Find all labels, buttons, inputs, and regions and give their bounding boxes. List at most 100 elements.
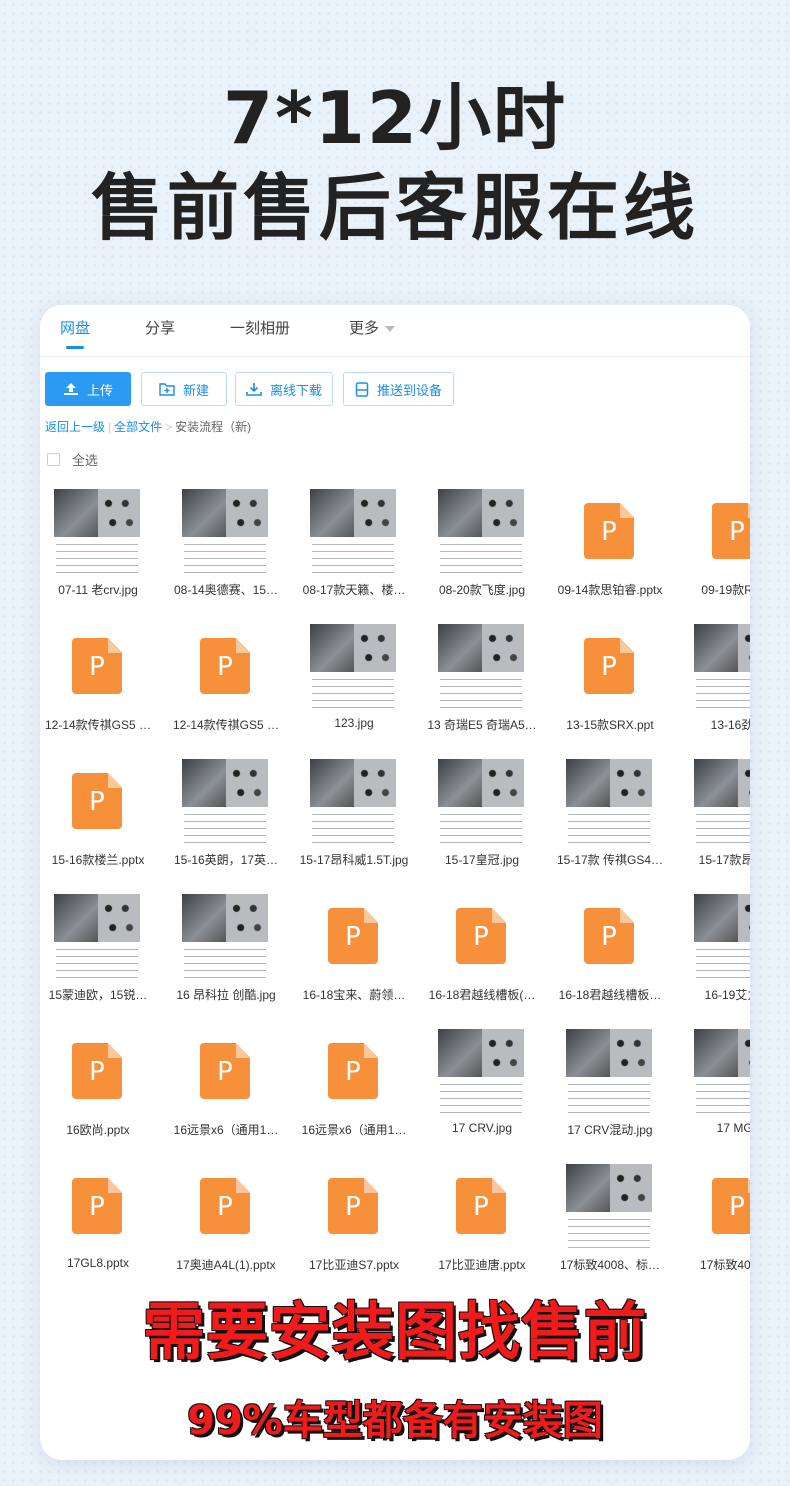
active-tab-indicator — [66, 346, 84, 349]
file-item[interactable]: 17 CRV.jpg — [424, 1021, 540, 1156]
file-name: 16-18君越线槽板… — [558, 988, 662, 1002]
top-tabs: 网盘 分享 一刻相册 更多 — [40, 305, 750, 357]
ppt-file-icon: P — [182, 1164, 268, 1250]
file-item[interactable]: 17标致4008、标… — [552, 1156, 668, 1291]
file-item[interactable]: P 12-14款传祺GS5 … — [40, 616, 156, 751]
image-thumbnail — [566, 759, 652, 845]
file-name: 17比亚迪S7.pptx — [308, 1258, 400, 1272]
file-item[interactable]: 15蒙迪欧，15锐… — [40, 886, 156, 1021]
file-item[interactable]: P 17标致4008、 — [680, 1156, 750, 1291]
file-item[interactable]: 15-17款昂科… — [680, 751, 750, 886]
file-name: 08-17款天籁、楼… — [302, 583, 406, 597]
file-item[interactable]: P 16远景x6（通用1… — [296, 1021, 412, 1156]
ppt-file-icon: P — [566, 894, 652, 980]
tab-album[interactable]: 一刻相册 — [230, 317, 290, 338]
ppt-file-icon: P — [566, 624, 652, 710]
file-item[interactable]: 08-14奥德赛、15… — [168, 481, 284, 616]
file-item[interactable]: 07-11 老crv.jpg — [40, 481, 156, 616]
image-thumbnail — [310, 759, 396, 845]
push-to-device-button[interactable]: 推送到设备 — [343, 372, 454, 406]
device-icon — [355, 381, 369, 397]
file-item[interactable]: 15-17皇冠.jpg — [424, 751, 540, 886]
ppt-file-icon: P — [54, 624, 140, 710]
new-button[interactable]: 新建 — [141, 372, 227, 406]
image-thumbnail — [310, 489, 396, 575]
file-name: 17 CRV.jpg — [451, 1121, 513, 1135]
netdisk-window: 网盘 分享 一刻相册 更多 上传 新建 离线下载 推送到设备 返回上一级 | 全部文… — [40, 305, 750, 1460]
file-name: 09-14款思铂睿.pptx — [557, 583, 663, 597]
ppt-file-icon: P — [54, 1029, 140, 1115]
file-item[interactable]: 15-17昂科威1.5T.jpg — [296, 751, 412, 886]
file-name: 16-18宝来、蔚领… — [302, 988, 406, 1002]
file-item[interactable]: 15-16英朗，17英… — [168, 751, 284, 886]
file-item[interactable]: P 09-14款思铂睿.pptx — [552, 481, 668, 616]
select-all[interactable]: 全选 — [47, 450, 98, 469]
file-item[interactable]: P 17比亚迪S7.pptx — [296, 1156, 412, 1291]
file-name: 16-18君越线槽板(… — [428, 988, 536, 1002]
tab-share[interactable]: 分享 — [145, 317, 175, 338]
ppt-file-icon: P — [438, 1164, 524, 1250]
image-thumbnail — [54, 894, 140, 980]
banner-subline: 99%车型都备有安装图 — [187, 1398, 603, 1444]
file-item[interactable]: 17 MG6 — [680, 1021, 750, 1156]
file-name: 12-14款传祺GS5 … — [172, 718, 280, 732]
hero-title-hours: 7*12小时 — [223, 76, 567, 160]
chevron-down-icon — [385, 326, 396, 333]
upload-button[interactable]: 上传 — [45, 372, 131, 406]
push-to-device-label: 推送到设备 — [376, 382, 442, 398]
file-item[interactable]: P 16欧尚.pptx — [40, 1021, 156, 1156]
file-item[interactable]: 17 CRV混动.jpg — [552, 1021, 668, 1156]
new-label: 新建 — [182, 382, 209, 398]
image-thumbnail — [310, 624, 396, 710]
file-name: 13 奇瑞E5 奇瑞A5… — [427, 718, 537, 732]
file-item[interactable]: 123.jpg — [296, 616, 412, 751]
file-item[interactable]: P 16-18君越线槽板(… — [424, 886, 540, 1021]
file-item[interactable]: P 17GL8.pptx — [40, 1156, 156, 1291]
download-icon — [246, 383, 262, 396]
file-item[interactable]: P 15-16款楼兰.pptx — [40, 751, 156, 886]
file-item[interactable]: P 17比亚迪唐.pptx — [424, 1156, 540, 1291]
ppt-file-icon: P — [438, 894, 524, 980]
file-item[interactable]: P 12-14款传祺GS5 … — [168, 616, 284, 751]
breadcrumb-back[interactable]: 返回上一级 — [45, 420, 105, 434]
upload-icon — [63, 383, 78, 395]
file-item[interactable]: P 16远景x6（通用1… — [168, 1021, 284, 1156]
file-item[interactable]: 15-17款 传祺GS4… — [552, 751, 668, 886]
file-name: 17 MG6 — [716, 1121, 750, 1135]
file-item[interactable]: 08-20款飞度.jpg — [424, 481, 540, 616]
image-thumbnail — [438, 489, 524, 575]
hero-title-service: 售前售后客服在线 — [90, 166, 699, 250]
file-item[interactable]: 08-17款天籁、楼… — [296, 481, 412, 616]
file-item[interactable]: 16-19艾力绅 — [680, 886, 750, 1021]
offline-download-label: 离线下载 — [269, 382, 322, 398]
tab-more[interactable]: 更多 — [349, 317, 396, 338]
offline-download-button[interactable]: 离线下载 — [235, 372, 333, 406]
ppt-file-icon: P — [54, 759, 140, 845]
tab-netdisk[interactable]: 网盘 — [60, 317, 90, 338]
image-thumbnail — [566, 1164, 652, 1250]
ppt-file-icon: P — [310, 894, 396, 980]
file-name: 13-16劲炫 — [710, 718, 750, 732]
file-item[interactable]: P 17奥迪A4L(1).pptx — [168, 1156, 284, 1291]
file-item[interactable]: 13-16劲炫 — [680, 616, 750, 751]
select-all-checkbox[interactable] — [47, 453, 60, 466]
image-thumbnail — [438, 1029, 524, 1115]
image-thumbnail — [566, 1029, 652, 1115]
file-item[interactable]: P 16-18宝来、蔚领… — [296, 886, 412, 1021]
select-all-label: 全选 — [72, 453, 99, 468]
file-name: 15-17款昂科… — [698, 853, 750, 867]
ppt-file-icon: P — [54, 1164, 140, 1250]
banner-headline: 需要安装图找售前 — [142, 1295, 647, 1368]
file-item[interactable]: P 16-18君越线槽板… — [552, 886, 668, 1021]
file-item[interactable]: P 13-15款SRX.ppt — [552, 616, 668, 751]
image-thumbnail — [694, 1029, 750, 1115]
ppt-file-icon: P — [182, 624, 268, 710]
file-name: 17标致4008、标… — [559, 1258, 661, 1272]
file-item[interactable]: 16 昂科拉 创酷.jpg — [168, 886, 284, 1021]
file-name: 08-14奥德赛、15… — [173, 583, 279, 597]
breadcrumb-all-files[interactable]: 全部文件 — [114, 420, 162, 434]
file-grid: 07-11 老crv.jpg 08-14奥德赛、15… 08-17款天籁、楼… 08-… — [40, 481, 750, 1291]
file-name: 17标致4008、 — [699, 1258, 750, 1272]
file-item[interactable]: P 09-19款RAV4 — [680, 481, 750, 616]
file-item[interactable]: 13 奇瑞E5 奇瑞A5… — [424, 616, 540, 751]
